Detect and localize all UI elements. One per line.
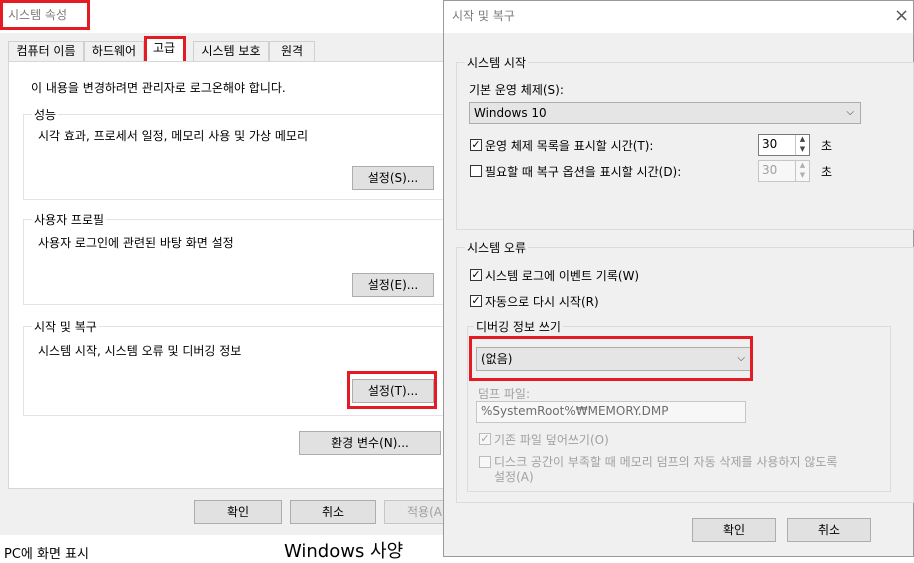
show-recovery-label: 필요할 때 복구 옵션을 표시할 시간(D): bbox=[485, 165, 682, 179]
admin-notice: 이 내용을 변경하려면 관리자로 로그온해야 합니다. bbox=[31, 81, 286, 95]
tab-remote[interactable]: 원격 bbox=[269, 41, 315, 61]
tab-hardware[interactable]: 하드웨어 bbox=[84, 41, 144, 61]
chevron-down-icon: ⌵ bbox=[846, 107, 854, 118]
startup-recovery-description: 시스템 시작, 시스템 오류 및 디버깅 정보 bbox=[38, 344, 242, 358]
spin-buttons-disabled[interactable]: ▲ ▼ bbox=[795, 161, 809, 181]
write-event-label: 시스템 로그에 이벤트 기록(W) bbox=[485, 269, 640, 283]
user-profiles-description: 사용자 로그인에 관련된 바탕 화면 설정 bbox=[38, 236, 234, 250]
system-properties-window: 시스템 속성 컴퓨터 이름 하드웨어 고급 시스템 보호 원격 이 내용을 변경… bbox=[0, 0, 452, 535]
startup-recovery-dialog: 시작 및 복구 × 시스템 시작 기본 운영 체제(S): Windows 10… bbox=[443, 0, 914, 557]
disable-autodelete-checkbox[interactable] bbox=[479, 456, 491, 468]
system-startup-label: 시스템 시작 bbox=[465, 54, 529, 71]
show-recovery-value: 30 bbox=[762, 163, 778, 177]
auto-restart-checkbox[interactable]: ✓ bbox=[470, 295, 482, 307]
performance-settings-button[interactable]: 설정(S)... bbox=[352, 166, 434, 190]
dialog-ok-button[interactable]: 확인 bbox=[692, 518, 776, 542]
user-profiles-label: 사용자 프로필 bbox=[32, 211, 107, 228]
auto-restart-label: 자동으로 다시 시작(R) bbox=[485, 295, 599, 309]
startup-recovery-titlebar: 시작 및 복구 bbox=[444, 1, 913, 33]
highlight-tab-advanced bbox=[144, 36, 186, 64]
highlight-window-title bbox=[0, 0, 90, 30]
show-os-list-checkbox[interactable]: ✓ bbox=[470, 139, 482, 151]
system-properties-ok-button[interactable]: 확인 bbox=[194, 500, 282, 524]
system-startup-group: 시스템 시작 기본 운영 체제(S): Windows 10 ⌵ ✓ 운영 체제… bbox=[456, 54, 914, 230]
advanced-tab-panel: 이 내용을 변경하려면 관리자로 로그온해야 합니다. 성능 시각 효과, 프로… bbox=[8, 61, 448, 489]
show-os-list-unit: 초 bbox=[821, 139, 833, 153]
underlay-right-text: Windows 사양 bbox=[284, 541, 404, 562]
performance-group: 성능 시각 효과, 프로세서 일정, 메모리 사용 및 가상 메모리 설정(S)… bbox=[23, 106, 447, 200]
show-recovery-checkbox[interactable] bbox=[470, 165, 482, 177]
system-properties-cancel-button[interactable]: 취소 bbox=[290, 500, 376, 524]
tab-computer-name[interactable]: 컴퓨터 이름 bbox=[8, 41, 84, 61]
show-recovery-spinner[interactable]: 30 ▲ ▼ bbox=[758, 160, 810, 182]
highlight-debug-info-select bbox=[469, 336, 753, 381]
user-profiles-settings-button[interactable]: 설정(E)... bbox=[352, 273, 434, 297]
overwrite-checkbox[interactable]: ✓ bbox=[479, 433, 491, 445]
performance-label: 성능 bbox=[32, 106, 59, 123]
disable-autodelete-label-line1: 디스크 공간이 부족할 때 메모리 덤프의 자동 삭제를 사용하지 않도록 bbox=[494, 455, 838, 469]
spin-up-icon[interactable]: ▲ bbox=[796, 161, 809, 171]
show-recovery-unit: 초 bbox=[821, 165, 833, 179]
user-profiles-group: 사용자 프로필 사용자 로그인에 관련된 바탕 화면 설정 설정(E)... bbox=[23, 211, 447, 305]
dialog-cancel-button[interactable]: 취소 bbox=[787, 518, 871, 542]
spin-down-icon[interactable]: ▼ bbox=[796, 171, 809, 181]
dump-file-field[interactable]: %SystemRoot%₩MEMORY.DMP bbox=[476, 401, 746, 423]
underlay-left-text: PC에 화면 표시 bbox=[4, 547, 89, 562]
disable-autodelete-label-line2: 설정(A) bbox=[494, 470, 534, 484]
default-os-value: Windows 10 bbox=[474, 106, 547, 120]
spin-up-icon[interactable]: ▲ bbox=[796, 135, 809, 145]
dump-file-label: 덤프 파일: bbox=[478, 387, 531, 401]
startup-recovery-label: 시작 및 복구 bbox=[32, 318, 99, 335]
overwrite-label: 기존 파일 덮어쓰기(O) bbox=[494, 433, 609, 447]
system-properties-apply-button[interactable]: 적용(A bbox=[384, 500, 448, 524]
show-os-list-spinner[interactable]: 30 ▲ ▼ bbox=[758, 134, 810, 156]
dump-file-value: %SystemRoot%₩MEMORY.DMP bbox=[481, 404, 669, 418]
highlight-startup-settings-button bbox=[347, 371, 437, 409]
default-os-select[interactable]: Windows 10 ⌵ bbox=[469, 102, 861, 124]
write-event-checkbox[interactable]: ✓ bbox=[470, 269, 482, 281]
tab-system-protection[interactable]: 시스템 보호 bbox=[193, 41, 269, 61]
show-os-list-label: 운영 체제 목록을 표시할 시간(T): bbox=[485, 139, 654, 153]
debug-info-label: 디버깅 정보 쓰기 bbox=[474, 318, 563, 335]
system-failure-label: 시스템 오류 bbox=[465, 239, 529, 256]
show-os-list-value: 30 bbox=[762, 137, 778, 151]
startup-recovery-dialog-title: 시작 및 복구 bbox=[452, 9, 515, 23]
performance-description: 시각 효과, 프로세서 일정, 메모리 사용 및 가상 메모리 bbox=[38, 129, 308, 143]
close-icon[interactable]: × bbox=[894, 5, 909, 26]
default-os-label: 기본 운영 체제(S): bbox=[469, 83, 564, 97]
environment-variables-button[interactable]: 환경 변수(N)... bbox=[299, 431, 441, 455]
spin-buttons[interactable]: ▲ ▼ bbox=[795, 135, 809, 155]
spin-down-icon[interactable]: ▼ bbox=[796, 145, 809, 155]
